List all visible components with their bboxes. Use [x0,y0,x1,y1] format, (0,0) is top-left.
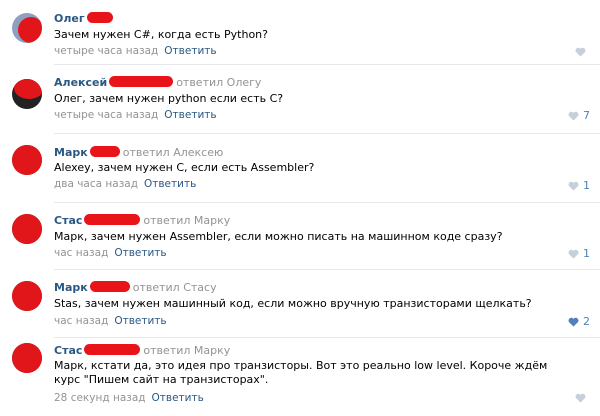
redaction-mark [89,281,130,292]
author-name[interactable]: Марк [54,281,88,294]
reply-to-label: ответил Марку [143,344,231,357]
comment-text: Зачем нужен C#, когда есть Python? [54,28,268,41]
reply-button[interactable]: Ответить [114,315,166,327]
reply-button[interactable]: Ответить [144,178,196,190]
like-count: 1 [583,247,590,260]
avatar[interactable] [12,214,42,244]
avatar[interactable] [12,281,42,311]
like-button[interactable]: 7 [568,109,590,122]
heart-icon [568,111,579,121]
author-name[interactable]: Олег [54,12,85,25]
comment-time[interactable]: четыре часа назад [54,45,158,57]
redaction-mark [86,12,113,23]
comment-text: Марк, зачем нужен Assembler, если можно … [54,230,503,243]
redaction-mark [84,344,141,355]
avatar[interactable] [12,13,42,43]
heart-icon [568,181,579,191]
comment-text: Stas, зачем нужен машинный код, если мож… [54,297,532,310]
divider [54,133,600,134]
comment-text: Олег, зачем нужен python если есть С? [54,92,284,105]
avatar[interactable] [12,145,42,175]
comment-text: Alexey, зачем нужен С, если есть Assembl… [54,161,315,174]
redaction-mark [84,214,141,225]
like-button[interactable]: 2 [568,315,590,328]
redaction-mark [89,146,120,157]
author-name[interactable]: Алексей [54,76,107,89]
reply-button[interactable]: Ответить [114,247,166,259]
like-count: 7 [583,109,590,122]
reply-to-label: ответил Стасу [132,281,217,294]
like-count: 2 [583,315,590,328]
like-count: 1 [583,179,590,192]
divider [54,269,600,270]
like-button[interactable] [575,47,590,57]
avatar[interactable] [12,79,42,109]
comment-time[interactable]: 28 секунд назад [54,392,146,404]
reply-to-label: ответил Олегу [176,76,262,89]
divider [54,64,600,65]
comment-time[interactable]: час назад [54,247,108,259]
reply-to-label: ответил Марку [143,214,231,227]
redaction-mark [109,76,174,87]
comment-time[interactable]: час назад [54,315,108,327]
comment-time[interactable]: два часа назад [54,178,138,190]
reply-to-label: ответил Алексею [122,146,224,159]
reply-button[interactable]: Ответить [152,392,204,404]
heart-icon [568,317,579,327]
reply-button[interactable]: Ответить [164,109,216,121]
heart-icon [568,249,579,259]
comment-text: Марк, кстати да, это идея про транзистор… [54,359,548,386]
heart-icon [575,47,586,57]
like-button[interactable] [575,393,590,403]
like-button[interactable]: 1 [568,179,590,192]
reply-button[interactable]: Ответить [164,45,216,57]
avatar[interactable] [12,343,42,373]
like-button[interactable]: 1 [568,247,590,260]
comment-time[interactable]: четыре часа назад [54,109,158,121]
author-name[interactable]: Стас [54,214,82,227]
author-name[interactable]: Стас [54,344,82,357]
divider [54,337,600,338]
divider [54,202,600,203]
heart-icon [575,393,586,403]
author-name[interactable]: Марк [54,146,88,159]
